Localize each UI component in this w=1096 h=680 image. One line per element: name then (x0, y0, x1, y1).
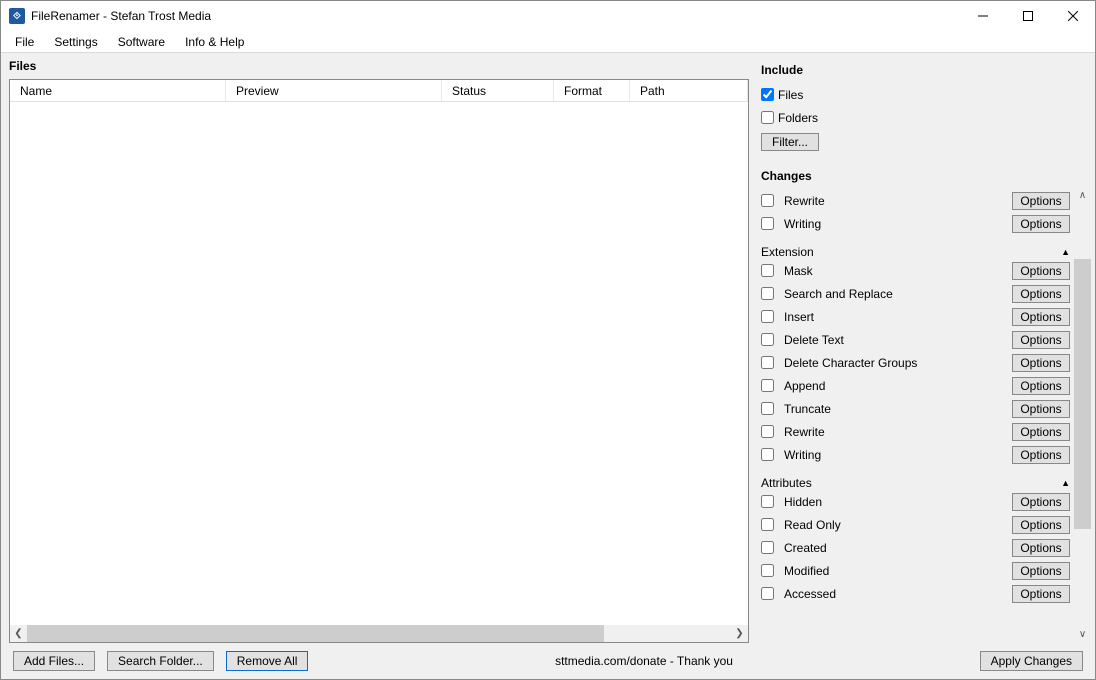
extension-rewrite-label: Rewrite (784, 425, 1006, 439)
extension-append-options-button[interactable]: Options (1012, 377, 1070, 395)
extension-append-checkbox[interactable] (761, 379, 774, 392)
extension-collapse-icon[interactable]: ▲ (1061, 247, 1070, 257)
attributes-hidden-label: Hidden (784, 495, 1006, 509)
include-folders-checkbox[interactable] (761, 111, 774, 124)
attributes-hidden-options-button[interactable]: Options (1012, 493, 1070, 511)
extension-rewrite-options-button[interactable]: Options (1012, 423, 1070, 441)
table-header: Name Preview Status Format Path (10, 80, 748, 102)
minimize-button[interactable] (960, 1, 1005, 31)
attributes-accessed-options-button[interactable]: Options (1012, 585, 1070, 603)
maximize-button[interactable] (1005, 1, 1050, 31)
include-heading: Include (761, 63, 1070, 77)
attributes-heading: Attributes (761, 476, 1061, 490)
extension-truncate-label: Truncate (784, 402, 1006, 416)
extension-insert-checkbox[interactable] (761, 310, 774, 323)
menu-settings[interactable]: Settings (44, 33, 107, 51)
extension-writing-label: Writing (784, 448, 1006, 462)
extension-truncate-options-button[interactable]: Options (1012, 400, 1070, 418)
window-controls (960, 1, 1095, 31)
close-button[interactable] (1050, 1, 1095, 31)
extension-heading: Extension (761, 245, 1061, 259)
attributes-created-label: Created (784, 541, 1006, 555)
vertical-scrollbar[interactable]: ∧ ∨ (1074, 59, 1091, 643)
extension-search-replace-options-button[interactable]: Options (1012, 285, 1070, 303)
vertical-scroll-thumb[interactable] (1074, 259, 1091, 529)
extension-mask-label: Mask (784, 264, 1006, 278)
extension-rewrite-checkbox[interactable] (761, 425, 774, 438)
extension-insert-options-button[interactable]: Options (1012, 308, 1070, 326)
include-files-checkbox[interactable] (761, 88, 774, 101)
apply-changes-button[interactable]: Apply Changes (980, 651, 1083, 671)
filter-button[interactable]: Filter... (761, 133, 819, 151)
menu-info-help[interactable]: Info & Help (175, 33, 254, 51)
table-body[interactable] (10, 102, 748, 625)
app-icon: ⟐ (9, 8, 25, 24)
menubar: File Settings Software Info & Help (1, 31, 1095, 53)
window-title: FileRenamer - Stefan Trost Media (31, 9, 960, 23)
footer-status-text: sttmedia.com/donate - Thank you (320, 654, 967, 668)
extension-delete-char-groups-checkbox[interactable] (761, 356, 774, 369)
attributes-accessed-label: Accessed (784, 587, 1006, 601)
extension-mask-checkbox[interactable] (761, 264, 774, 277)
files-table: Name Preview Status Format Path ❮ ❯ (9, 79, 749, 643)
scroll-down-icon[interactable]: ∨ (1074, 626, 1091, 643)
extension-delete-char-groups-options-button[interactable]: Options (1012, 354, 1070, 372)
attributes-collapse-icon[interactable]: ▲ (1061, 478, 1070, 488)
column-status[interactable]: Status (442, 80, 554, 101)
attributes-accessed-checkbox[interactable] (761, 587, 774, 600)
titlebar: ⟐ FileRenamer - Stefan Trost Media (1, 1, 1095, 31)
column-path[interactable]: Path (630, 80, 748, 101)
extension-delete-text-checkbox[interactable] (761, 333, 774, 346)
attributes-modified-options-button[interactable]: Options (1012, 562, 1070, 580)
changes-writing-options-button[interactable]: Options (1012, 215, 1070, 233)
horizontal-scrollbar[interactable]: ❮ ❯ (10, 625, 748, 642)
attributes-modified-label: Modified (784, 564, 1006, 578)
content: Files Name Preview Status Format Path ❮ … (1, 53, 1095, 643)
footer: Add Files... Search Folder... Remove All… (1, 643, 1095, 679)
search-folder-button[interactable]: Search Folder... (107, 651, 214, 671)
extension-append-label: Append (784, 379, 1006, 393)
attributes-created-checkbox[interactable] (761, 541, 774, 554)
extension-writing-options-button[interactable]: Options (1012, 446, 1070, 464)
menu-software[interactable]: Software (108, 33, 175, 51)
changes-rewrite-label: Rewrite (784, 194, 1006, 208)
changes-writing-label: Writing (784, 217, 1006, 231)
attributes-created-options-button[interactable]: Options (1012, 539, 1070, 557)
attributes-hidden-checkbox[interactable] (761, 495, 774, 508)
scroll-track[interactable] (27, 625, 731, 642)
column-format[interactable]: Format (554, 80, 630, 101)
options-panel: Include Files Folders Filter... Changes … (761, 59, 1091, 643)
column-name[interactable]: Name (10, 80, 226, 101)
scroll-left-icon[interactable]: ❮ (10, 625, 27, 642)
scroll-right-icon[interactable]: ❯ (731, 625, 748, 642)
scroll-thumb[interactable] (27, 625, 604, 642)
extension-insert-label: Insert (784, 310, 1006, 324)
attributes-readonly-label: Read Only (784, 518, 1006, 532)
extension-writing-checkbox[interactable] (761, 448, 774, 461)
remove-all-button[interactable]: Remove All (226, 651, 309, 671)
extension-delete-char-groups-label: Delete Character Groups (784, 356, 1006, 370)
changes-rewrite-checkbox[interactable] (761, 194, 774, 207)
add-files-button[interactable]: Add Files... (13, 651, 95, 671)
files-panel: Files Name Preview Status Format Path ❮ … (9, 59, 749, 643)
changes-heading: Changes (761, 169, 1070, 183)
column-preview[interactable]: Preview (226, 80, 442, 101)
include-files-label: Files (778, 88, 1070, 102)
include-folders-label: Folders (778, 111, 1070, 125)
extension-search-replace-label: Search and Replace (784, 287, 1006, 301)
attributes-modified-checkbox[interactable] (761, 564, 774, 577)
extension-delete-text-label: Delete Text (784, 333, 1006, 347)
menu-file[interactable]: File (5, 33, 44, 51)
attributes-readonly-checkbox[interactable] (761, 518, 774, 531)
extension-truncate-checkbox[interactable] (761, 402, 774, 415)
extension-search-replace-checkbox[interactable] (761, 287, 774, 300)
changes-rewrite-options-button[interactable]: Options (1012, 192, 1070, 210)
changes-writing-checkbox[interactable] (761, 217, 774, 230)
extension-delete-text-options-button[interactable]: Options (1012, 331, 1070, 349)
files-heading: Files (9, 59, 749, 73)
extension-mask-options-button[interactable]: Options (1012, 262, 1070, 280)
attributes-readonly-options-button[interactable]: Options (1012, 516, 1070, 534)
scroll-up-icon[interactable]: ∧ (1074, 187, 1091, 204)
